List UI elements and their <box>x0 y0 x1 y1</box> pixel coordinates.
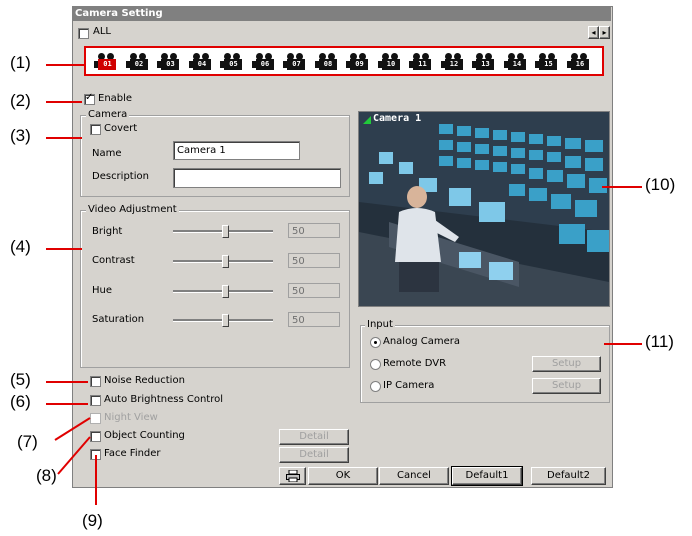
callout-11: (11) <box>645 332 674 351</box>
callout-8-line <box>57 436 91 475</box>
callout-11-line <box>604 343 642 345</box>
callout-10-line <box>602 186 642 188</box>
callout-diagonal-lines <box>54 417 97 505</box>
callout-10: (10) <box>645 175 676 194</box>
callout-7-line <box>54 417 91 441</box>
